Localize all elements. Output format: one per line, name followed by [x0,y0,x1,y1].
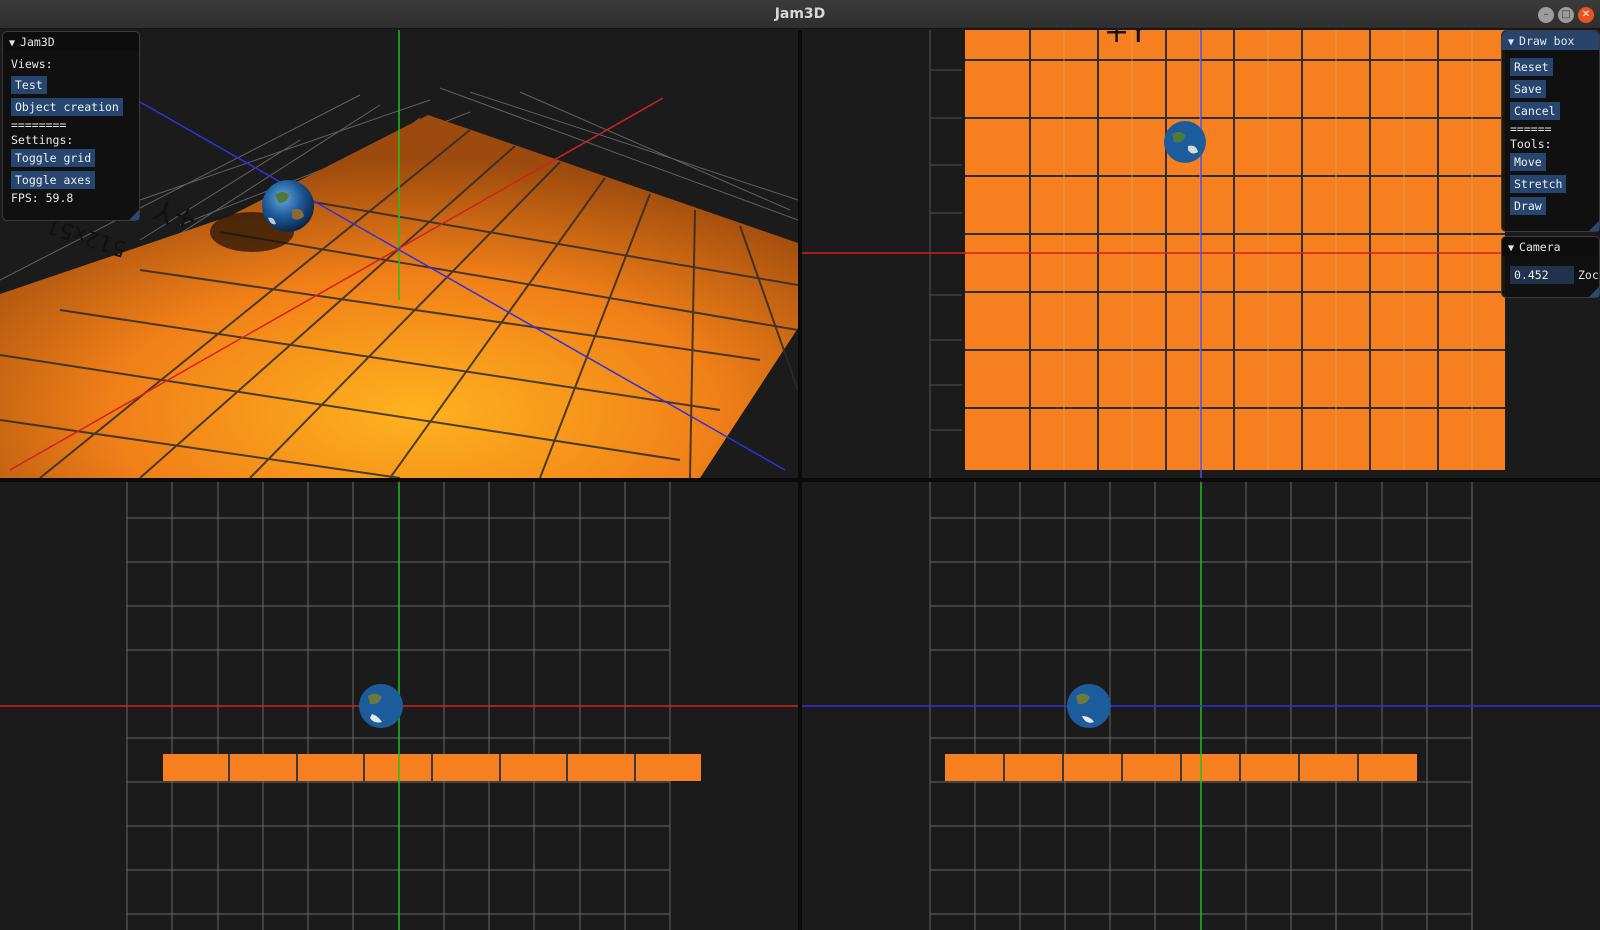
view-test-button[interactable]: Test [11,76,47,94]
side-scene [802,482,1600,930]
draw-box-panel: ▼ Draw box Reset Save Cancel ====== Tools… [1501,30,1600,232]
zoom-input[interactable]: 0.452 [1510,266,1574,284]
views-label: Views: [11,57,53,71]
main-panel: ▼ Jam3D Views: Test Object creation =====… [2,31,140,221]
draw-box-header[interactable]: ▼ Draw box [1502,31,1599,50]
tool-move-button[interactable]: Move [1510,153,1546,171]
main-panel-header[interactable]: ▼ Jam3D [3,32,139,51]
reset-button[interactable]: Reset [1510,58,1553,76]
main-separator: ======== [11,118,67,132]
maximize-icon[interactable]: □ [1558,7,1574,23]
earth-globe[interactable] [262,180,314,232]
settings-label: Settings: [11,133,74,147]
tool-draw-button[interactable]: Draw [1510,197,1546,215]
main-panel-title: Jam3D [20,35,55,49]
view-object-creation-button[interactable]: Object creation [11,98,123,116]
earth-globe[interactable] [1067,684,1111,728]
viewport-divider-horizontal[interactable] [0,478,1600,482]
window-title: Jam3D [774,6,826,22]
front-viewport[interactable] [0,482,798,930]
fps-readout: FPS: 59.8 [11,191,74,205]
resize-grip-icon[interactable] [129,210,139,220]
front-scene [0,482,798,930]
tools-label: Tools: [1510,137,1552,151]
draw-box-separator: ====== [1510,122,1552,136]
zoom-label: Zoc [1578,268,1599,282]
background-grid [929,30,962,478]
floor-axis-label: +Y [1104,30,1148,50]
toggle-grid-button[interactable]: Toggle grid [11,149,96,167]
top-scene: +Y [802,30,1600,478]
collapse-triangle-icon[interactable]: ▼ [1508,37,1514,48]
save-button[interactable]: Save [1510,80,1546,98]
close-icon[interactable]: ✕ [1578,7,1594,23]
minimize-icon[interactable]: – [1538,7,1554,23]
resize-grip-icon[interactable] [1589,287,1599,297]
zoom-value: 0.452 [1514,268,1549,282]
window-titlebar: Jam3D – □ ✕ [0,0,1600,29]
collapse-triangle-icon[interactable]: ▼ [1508,243,1514,254]
earth-globe[interactable] [359,684,403,728]
tool-stretch-button[interactable]: Stretch [1510,175,1567,193]
cancel-button[interactable]: Cancel [1510,102,1560,120]
collapse-triangle-icon[interactable]: ▼ [9,38,15,49]
side-viewport[interactable] [802,482,1600,930]
camera-panel: ▼ Camera 0.452 Zoc [1501,236,1600,298]
resize-grip-icon[interactable] [1589,221,1599,231]
toggle-axes-button[interactable]: Toggle axes [11,171,96,189]
earth-globe[interactable] [1164,121,1206,163]
top-viewport[interactable]: +Y [802,30,1600,478]
camera-title: Camera [1519,240,1561,254]
draw-box-title: Draw box [1519,34,1575,48]
camera-header[interactable]: ▼ Camera [1502,237,1599,256]
